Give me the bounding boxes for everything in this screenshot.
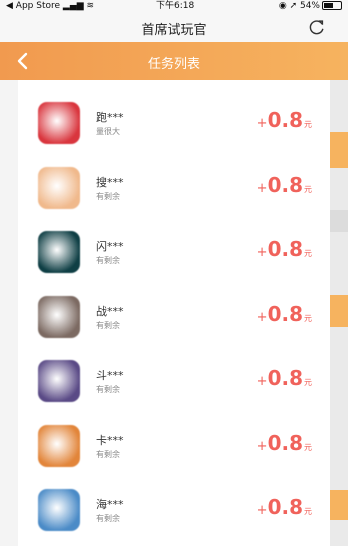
reward-plus: + xyxy=(256,503,268,518)
reward-unit: 元 xyxy=(304,442,312,452)
app-icon[interactable] xyxy=(38,166,80,209)
reward-value: 0.8 xyxy=(267,430,303,455)
reward-unit: 元 xyxy=(304,184,312,194)
back-app-label: App Store xyxy=(15,1,61,11)
task-name: 卡*** xyxy=(96,433,124,447)
task-name: 海*** xyxy=(96,498,124,511)
app-icon[interactable] xyxy=(38,295,80,338)
task-row[interactable]: 搜*** 有剩余 +0.8元 xyxy=(18,157,330,221)
task-status: 有剩余 xyxy=(96,385,120,394)
back-to-app-store[interactable]: ◀ App Store ▂▄▆ ≋ xyxy=(6,0,94,12)
app-title: 首席试玩官 xyxy=(141,23,207,38)
task-row[interactable]: 闪*** 有剩余 +0.8元 xyxy=(18,221,330,285)
task-name: 搜*** xyxy=(96,175,124,189)
refresh-icon[interactable] xyxy=(308,18,326,36)
reward-unit: 元 xyxy=(304,249,312,258)
task-name: 战*** xyxy=(96,304,124,318)
app-icon[interactable] xyxy=(38,231,80,273)
reward-plus: + xyxy=(256,245,268,260)
task-row[interactable]: 战*** 有剩余 +0.8元 xyxy=(18,286,330,350)
task-status: 有剩余 xyxy=(96,449,120,459)
task-row[interactable]: 海*** 有剩余 +0.8元 xyxy=(18,479,330,543)
task-name: 斗*** xyxy=(96,369,124,382)
reward-amount: +0.8元 xyxy=(257,495,312,519)
reward-value: 0.8 xyxy=(267,366,303,390)
reward-plus: + xyxy=(256,309,268,325)
reward-unit: 元 xyxy=(304,378,312,387)
nav-title: 任务列表 xyxy=(147,57,200,72)
task-list: 跑*** 量很大 +0.8元 搜*** 有剩余 +0.8元 闪*** 有剩余 +0.8元 战***… xyxy=(18,80,330,546)
reward-amount: +0.8元 xyxy=(257,431,312,455)
reward-value: 0.8 xyxy=(267,301,303,326)
task-row[interactable]: 跑*** 量很大 +0.8元 xyxy=(18,92,330,156)
reward-value: 0.8 xyxy=(267,108,303,132)
background-page-edge xyxy=(330,80,348,546)
reward-unit: 元 xyxy=(304,313,312,323)
reward-amount: +0.8元 xyxy=(257,173,312,197)
status-time: 下午6:18 xyxy=(156,1,195,11)
app-icon[interactable] xyxy=(38,489,80,531)
task-name: 跑*** xyxy=(96,111,124,124)
app-icon[interactable] xyxy=(38,102,80,144)
task-status: 有剩余 xyxy=(96,256,120,265)
app-header: 首席试玩官 xyxy=(0,14,348,43)
status-right: ◉ ➚ 54% xyxy=(279,0,342,12)
task-status: 有剩余 xyxy=(96,320,120,330)
task-row[interactable]: 斗*** 有剩余 +0.8元 xyxy=(18,350,330,414)
reward-plus: + xyxy=(256,374,268,389)
reward-value: 0.8 xyxy=(267,172,303,197)
reward-unit: 元 xyxy=(304,120,312,129)
reward-unit: 元 xyxy=(304,507,312,516)
task-status: 有剩余 xyxy=(96,191,120,201)
reward-value: 0.8 xyxy=(267,495,303,519)
reward-plus: + xyxy=(256,180,268,196)
reward-plus: + xyxy=(256,116,268,131)
app-icon[interactable] xyxy=(38,424,80,467)
task-status: 有剩余 xyxy=(96,514,120,523)
task-row[interactable]: 卡*** 有剩余 +0.8元 xyxy=(18,415,330,479)
status-bar: ◀ App Store ▂▄▆ ≋ 下午6:18 ◉ ➚ 54% xyxy=(0,0,348,14)
battery-icon xyxy=(322,1,342,10)
reward-amount: +0.8元 xyxy=(257,366,312,390)
reward-value: 0.8 xyxy=(267,237,303,261)
reward-amount: +0.8元 xyxy=(257,237,312,261)
reward-amount: +0.8元 xyxy=(257,108,312,132)
battery-percent: 54% xyxy=(299,1,320,11)
reward-plus: + xyxy=(256,438,268,454)
reward-amount: +0.8元 xyxy=(257,302,312,326)
app-icon[interactable] xyxy=(38,360,80,402)
task-name: 闪*** xyxy=(96,240,124,253)
task-status: 量很大 xyxy=(96,127,120,136)
nav-bar: 任务列表 xyxy=(0,42,348,80)
